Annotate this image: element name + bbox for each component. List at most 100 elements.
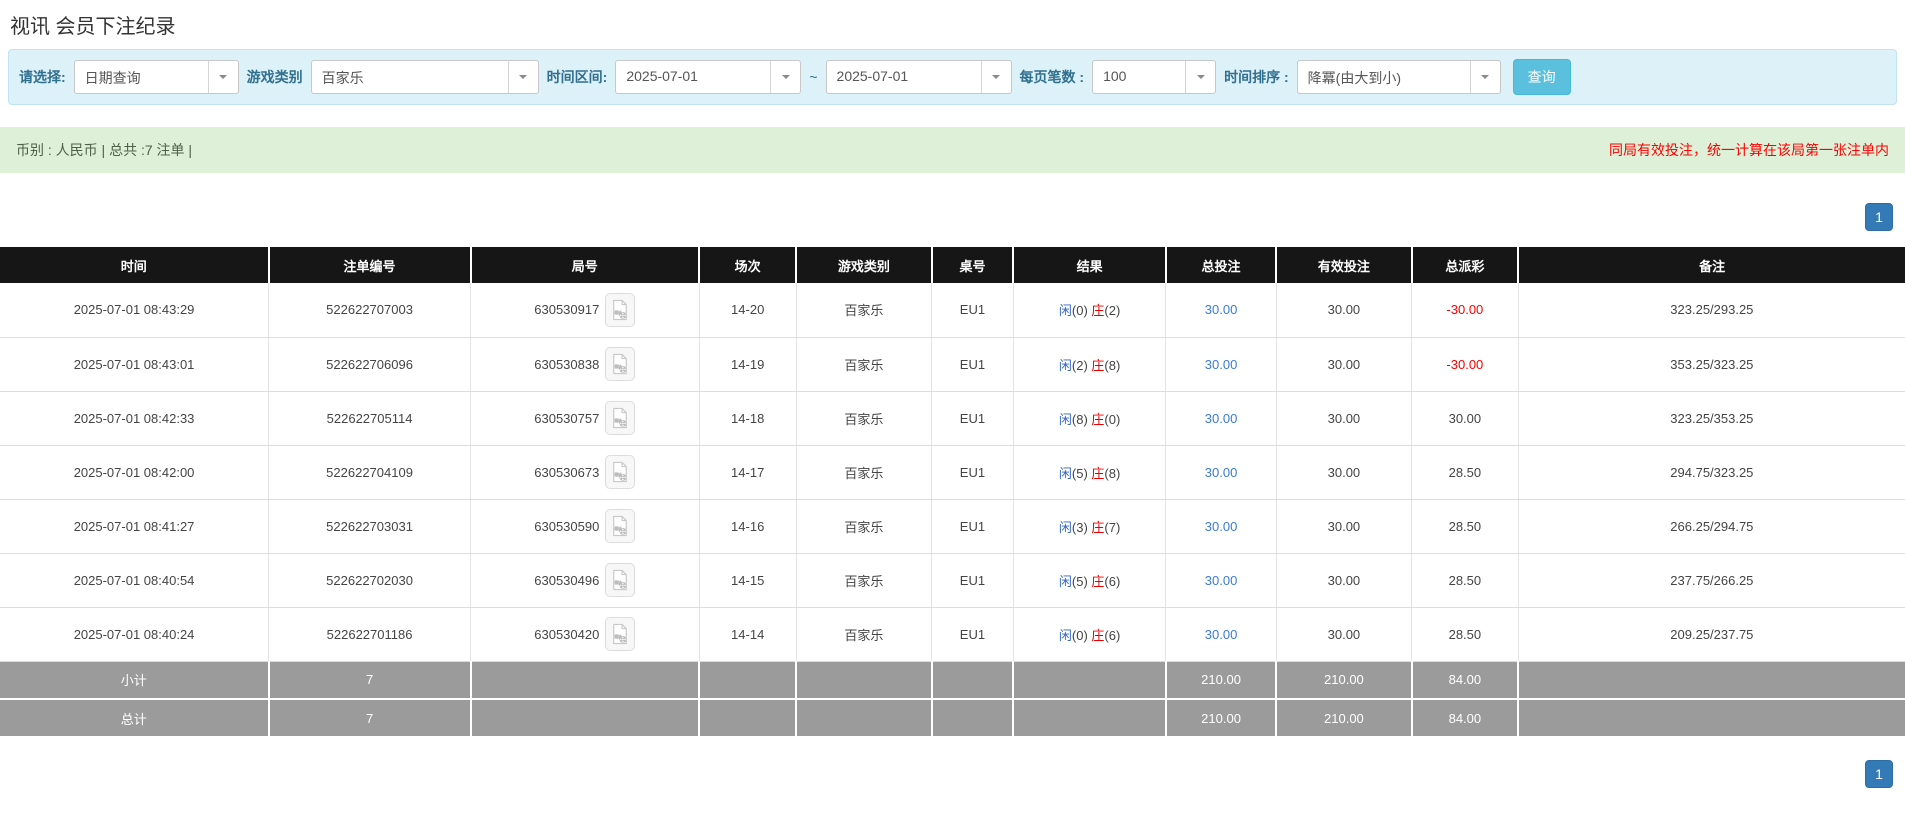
result-banker-label: 庄 (1091, 628, 1104, 643)
valid-bet-note: 同局有效投注，统一计算在该局第一张注单内 (1609, 140, 1889, 160)
subtotal-row-game (796, 661, 931, 699)
result-player-label: 闲 (1059, 520, 1072, 535)
subtotal-row-result (1013, 661, 1165, 699)
result-banker-label: 庄 (1091, 412, 1104, 427)
cell-round-id: 630530917 (471, 283, 700, 337)
search-button[interactable]: 查询 (1513, 59, 1571, 95)
subtotal-row-session (699, 661, 796, 699)
round-id-text: 630530838 (534, 357, 599, 372)
total-row-game (796, 699, 931, 737)
cell-remark: 266.25/294.75 (1518, 499, 1905, 553)
date-to-value: 2025-07-01 (827, 61, 981, 93)
total-row-round (471, 699, 700, 737)
cell-table-no: EU1 (932, 445, 1014, 499)
cell-remark: 209.25/237.75 (1518, 607, 1905, 661)
cell-result: 闲(3) 庄(7) (1013, 499, 1165, 553)
video-replay-button[interactable] (605, 401, 635, 435)
subtotal-row-remark (1518, 661, 1905, 699)
cell-bet-id: 522622701186 (269, 607, 471, 661)
cell-game-type: 百家乐 (796, 607, 931, 661)
subtotal-row: 小计7210.00210.0084.00 (0, 661, 1905, 699)
cell-round-id: 630530838 (471, 337, 700, 391)
chevron-down-icon (1185, 61, 1215, 93)
table-row: 2025-07-01 08:43:29522622707003630530917… (0, 283, 1905, 337)
time-sort-select[interactable]: 降冪(由大到小) (1297, 60, 1501, 94)
cell-remark: 323.25/353.25 (1518, 391, 1905, 445)
total-row-session (699, 699, 796, 737)
result-banker-label: 庄 (1091, 574, 1104, 589)
column-header-6: 结果 (1013, 247, 1165, 283)
time-sort-value: 降冪(由大到小) (1298, 61, 1470, 93)
cell-payout: -30.00 (1412, 337, 1519, 391)
total-row-count: 7 (269, 699, 471, 737)
cell-payout: 28.50 (1412, 553, 1519, 607)
table-row: 2025-07-01 08:40:54522622702030630530496… (0, 553, 1905, 607)
cell-game-type: 百家乐 (796, 499, 931, 553)
cell-round-id: 630530496 (471, 553, 700, 607)
video-replay-button[interactable] (605, 563, 635, 597)
video-replay-button[interactable] (605, 509, 635, 543)
cell-game-type: 百家乐 (796, 445, 931, 499)
video-replay-button[interactable] (605, 293, 635, 327)
cell-round-id: 630530673 (471, 445, 700, 499)
cell-valid-bet: 30.00 (1276, 607, 1411, 661)
cell-session: 14-19 (699, 337, 796, 391)
cell-remark: 294.75/323.25 (1518, 445, 1905, 499)
video-file-icon (610, 569, 630, 591)
cell-total-bet: 30.00 (1166, 553, 1276, 607)
cell-game-type: 百家乐 (796, 553, 931, 607)
cell-time: 2025-07-01 08:41:27 (0, 499, 269, 553)
page-1-button[interactable]: 1 (1865, 760, 1893, 788)
cell-total-bet: 30.00 (1166, 499, 1276, 553)
game-type-select[interactable]: 百家乐 (311, 60, 539, 94)
chevron-down-icon (1470, 61, 1500, 93)
game-type-value: 百家乐 (312, 61, 508, 93)
cell-valid-bet: 30.00 (1276, 445, 1411, 499)
result-banker-label: 庄 (1091, 466, 1104, 481)
cell-total-bet: 30.00 (1166, 445, 1276, 499)
column-header-9: 总派彩 (1412, 247, 1519, 283)
page-title: 视讯 会员下注纪录 (0, 0, 1905, 46)
cell-session: 14-18 (699, 391, 796, 445)
result-player-label: 闲 (1059, 628, 1072, 643)
video-file-icon (610, 461, 630, 483)
cell-result: 闲(8) 庄(0) (1013, 391, 1165, 445)
subtotal-row-table (932, 661, 1014, 699)
video-replay-button[interactable] (605, 455, 635, 489)
query-type-select[interactable]: 日期查询 (74, 60, 239, 94)
date-from-select[interactable]: 2025-07-01 (615, 60, 801, 94)
bet-records-table: 时间注单编号局号场次游戏类别桌号结果总投注有效投注总派彩备注 2025-07-0… (0, 247, 1905, 738)
total-row-payout: 84.00 (1412, 699, 1519, 737)
column-header-0: 时间 (0, 247, 269, 283)
cell-result: 闲(0) 庄(6) (1013, 607, 1165, 661)
cell-total-bet: 30.00 (1166, 337, 1276, 391)
page-size-label: 每页笔数 : (1020, 67, 1085, 87)
cell-valid-bet: 30.00 (1276, 499, 1411, 553)
pagination-top: 1 (0, 203, 1905, 231)
chevron-down-icon (208, 61, 238, 93)
cell-time: 2025-07-01 08:42:33 (0, 391, 269, 445)
chevron-down-icon (508, 61, 538, 93)
video-file-icon (610, 407, 630, 429)
date-from-value: 2025-07-01 (616, 61, 770, 93)
subtotal-row-count: 7 (269, 661, 471, 699)
cell-bet-id: 522622703031 (269, 499, 471, 553)
cell-bet-id: 522622702030 (269, 553, 471, 607)
page-1-button[interactable]: 1 (1865, 203, 1893, 231)
column-header-4: 游戏类别 (796, 247, 931, 283)
table-row: 2025-07-01 08:42:33522622705114630530757… (0, 391, 1905, 445)
column-header-8: 有效投注 (1276, 247, 1411, 283)
result-player-label: 闲 (1059, 466, 1072, 481)
video-file-icon (610, 623, 630, 645)
result-player-label: 闲 (1059, 574, 1072, 589)
video-replay-button[interactable] (605, 347, 635, 381)
chevron-down-icon (981, 61, 1011, 93)
cell-bet-id: 522622706096 (269, 337, 471, 391)
page-size-select[interactable]: 100 (1092, 60, 1216, 94)
total-row-result (1013, 699, 1165, 737)
video-replay-button[interactable] (605, 617, 635, 651)
summary-info-bar: 币别 : 人民币 | 总共 :7 注单 | 同局有效投注，统一计算在该局第一张注… (0, 127, 1905, 173)
table-row: 2025-07-01 08:41:27522622703031630530590… (0, 499, 1905, 553)
date-to-select[interactable]: 2025-07-01 (826, 60, 1012, 94)
cell-time: 2025-07-01 08:40:24 (0, 607, 269, 661)
